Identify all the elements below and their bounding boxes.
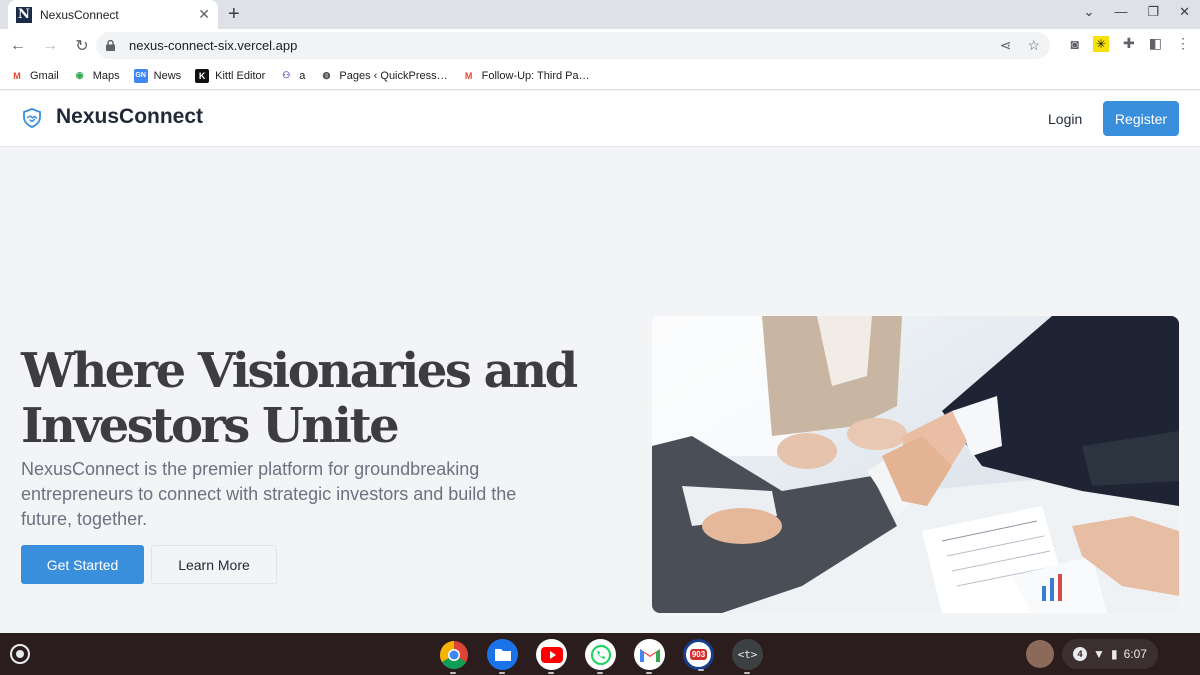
bookmark-follow-up[interactable]: M Follow-Up: Third Pa…	[462, 69, 590, 83]
bookmark-teams[interactable]: ⚇ a	[279, 69, 305, 83]
hero-title: Where Visionaries and Investors Unite	[21, 343, 578, 454]
tab-title: NexusConnect	[40, 7, 119, 22]
kittl-icon: K	[195, 68, 210, 83]
minimize-icon[interactable]: —	[1114, 4, 1127, 20]
nexusconnect-favicon-icon: N	[16, 6, 32, 23]
gmail-icon: M	[464, 70, 473, 81]
bookmark-label: Pages ‹ QuickPress…	[339, 69, 448, 82]
close-window-icon[interactable]: ✕	[1179, 4, 1190, 20]
notification-count-badge: 4	[1073, 647, 1088, 661]
browser-toolbar: ← → ↻ nexus-connect-six.vercel.app ⋖ ☆ ◙…	[0, 29, 1200, 62]
os-taskbar: 903 <t> 4 ▼ ▮ 6:07	[0, 633, 1200, 675]
bookmark-news[interactable]: GN News	[133, 68, 182, 83]
window-controls: ⌄ — ❐ ✕	[1084, 4, 1190, 20]
camera-icon[interactable]: ◙	[1071, 36, 1079, 52]
address-bar[interactable]: nexus-connect-six.vercel.app ⋖ ☆	[96, 32, 1050, 59]
side-panel-icon[interactable]: ◧	[1149, 35, 1162, 52]
bookmark-label: Maps	[92, 69, 120, 82]
bookmarks-bar: M Gmail ◉ Maps GN News K Kittl Editor ⚇ …	[0, 62, 1200, 90]
get-started-button[interactable]: Get Started	[21, 545, 144, 584]
bookmark-quickpress[interactable]: ◍ Pages ‹ QuickPress…	[319, 69, 447, 83]
bookmark-star-icon[interactable]: ☆	[1027, 37, 1040, 54]
radio-badge: 903	[689, 649, 708, 660]
bookmark-label: Gmail	[30, 69, 59, 82]
login-button[interactable]: Login	[1040, 109, 1090, 129]
bookmark-label: Kittl Editor	[215, 69, 266, 82]
back-arrow-icon[interactable]: ←	[4, 37, 32, 55]
browser-tab[interactable]: N NexusConnect ✕	[8, 0, 218, 29]
terminal-label: <t>	[737, 648, 758, 661]
gmail-icon[interactable]	[634, 639, 665, 674]
bookmark-maps[interactable]: ◉ Maps	[73, 69, 120, 83]
clock: 6:07	[1123, 647, 1147, 661]
tab-close-icon[interactable]: ✕	[198, 6, 210, 23]
site-header: NexusConnect Login Register	[0, 91, 1200, 147]
user-avatar[interactable]	[1026, 640, 1054, 668]
radio-903-icon[interactable]: 903	[683, 639, 714, 671]
bookmark-label: Follow-Up: Third Pa…	[481, 69, 590, 82]
wordpress-icon: ◍	[322, 70, 331, 80]
forward-arrow-icon[interactable]: →	[36, 37, 64, 55]
bookmark-label: a	[299, 69, 306, 82]
lock-icon[interactable]	[106, 40, 115, 51]
new-tab-button[interactable]: +	[228, 3, 240, 26]
extensions-puzzle-icon[interactable]: ✚	[1123, 35, 1135, 52]
files-icon[interactable]	[487, 639, 518, 674]
brand-name[interactable]: NexusConnect	[56, 105, 203, 129]
maps-icon: ◉	[75, 70, 84, 80]
reload-icon[interactable]: ↻	[68, 36, 96, 56]
handshake-photo	[652, 316, 1179, 613]
handshake-shield-logo-icon[interactable]	[22, 108, 42, 128]
register-button[interactable]: Register	[1103, 101, 1179, 136]
learn-more-button[interactable]: Learn More	[151, 545, 277, 584]
wifi-icon: ▼	[1093, 647, 1105, 661]
tab-search-chevron-icon[interactable]: ⌄	[1084, 4, 1095, 20]
bookmark-kittl[interactable]: K Kittl Editor	[195, 68, 266, 83]
menu-kebab-icon[interactable]: ⋮	[1176, 35, 1190, 52]
extension-icon[interactable]: ✳	[1093, 35, 1110, 52]
bookmark-gmail[interactable]: M Gmail	[10, 69, 59, 83]
battery-icon: ▮	[1110, 647, 1118, 661]
status-area[interactable]: 4 ▼ ▮ 6:07	[1062, 639, 1158, 669]
youtube-icon[interactable]	[536, 639, 567, 674]
gmail-icon: M	[13, 70, 21, 81]
news-icon: GN	[133, 68, 148, 83]
terminal-icon[interactable]: <t>	[732, 639, 763, 674]
url-text[interactable]: nexus-connect-six.vercel.app	[129, 38, 1000, 53]
chrome-icon[interactable]	[438, 639, 469, 674]
restore-icon[interactable]: ❐	[1147, 4, 1159, 20]
share-icon[interactable]: ⋖	[1000, 37, 1012, 54]
bookmark-label: News	[153, 69, 182, 82]
teams-icon: ⚇	[282, 70, 291, 80]
launcher-icon[interactable]	[10, 644, 30, 664]
hero-description: NexusConnect is the premier platform for…	[21, 459, 517, 529]
whatsapp-icon[interactable]	[585, 639, 616, 674]
browser-tab-strip: N NexusConnect ✕ + ⌄ — ❐ ✕	[0, 0, 1200, 29]
